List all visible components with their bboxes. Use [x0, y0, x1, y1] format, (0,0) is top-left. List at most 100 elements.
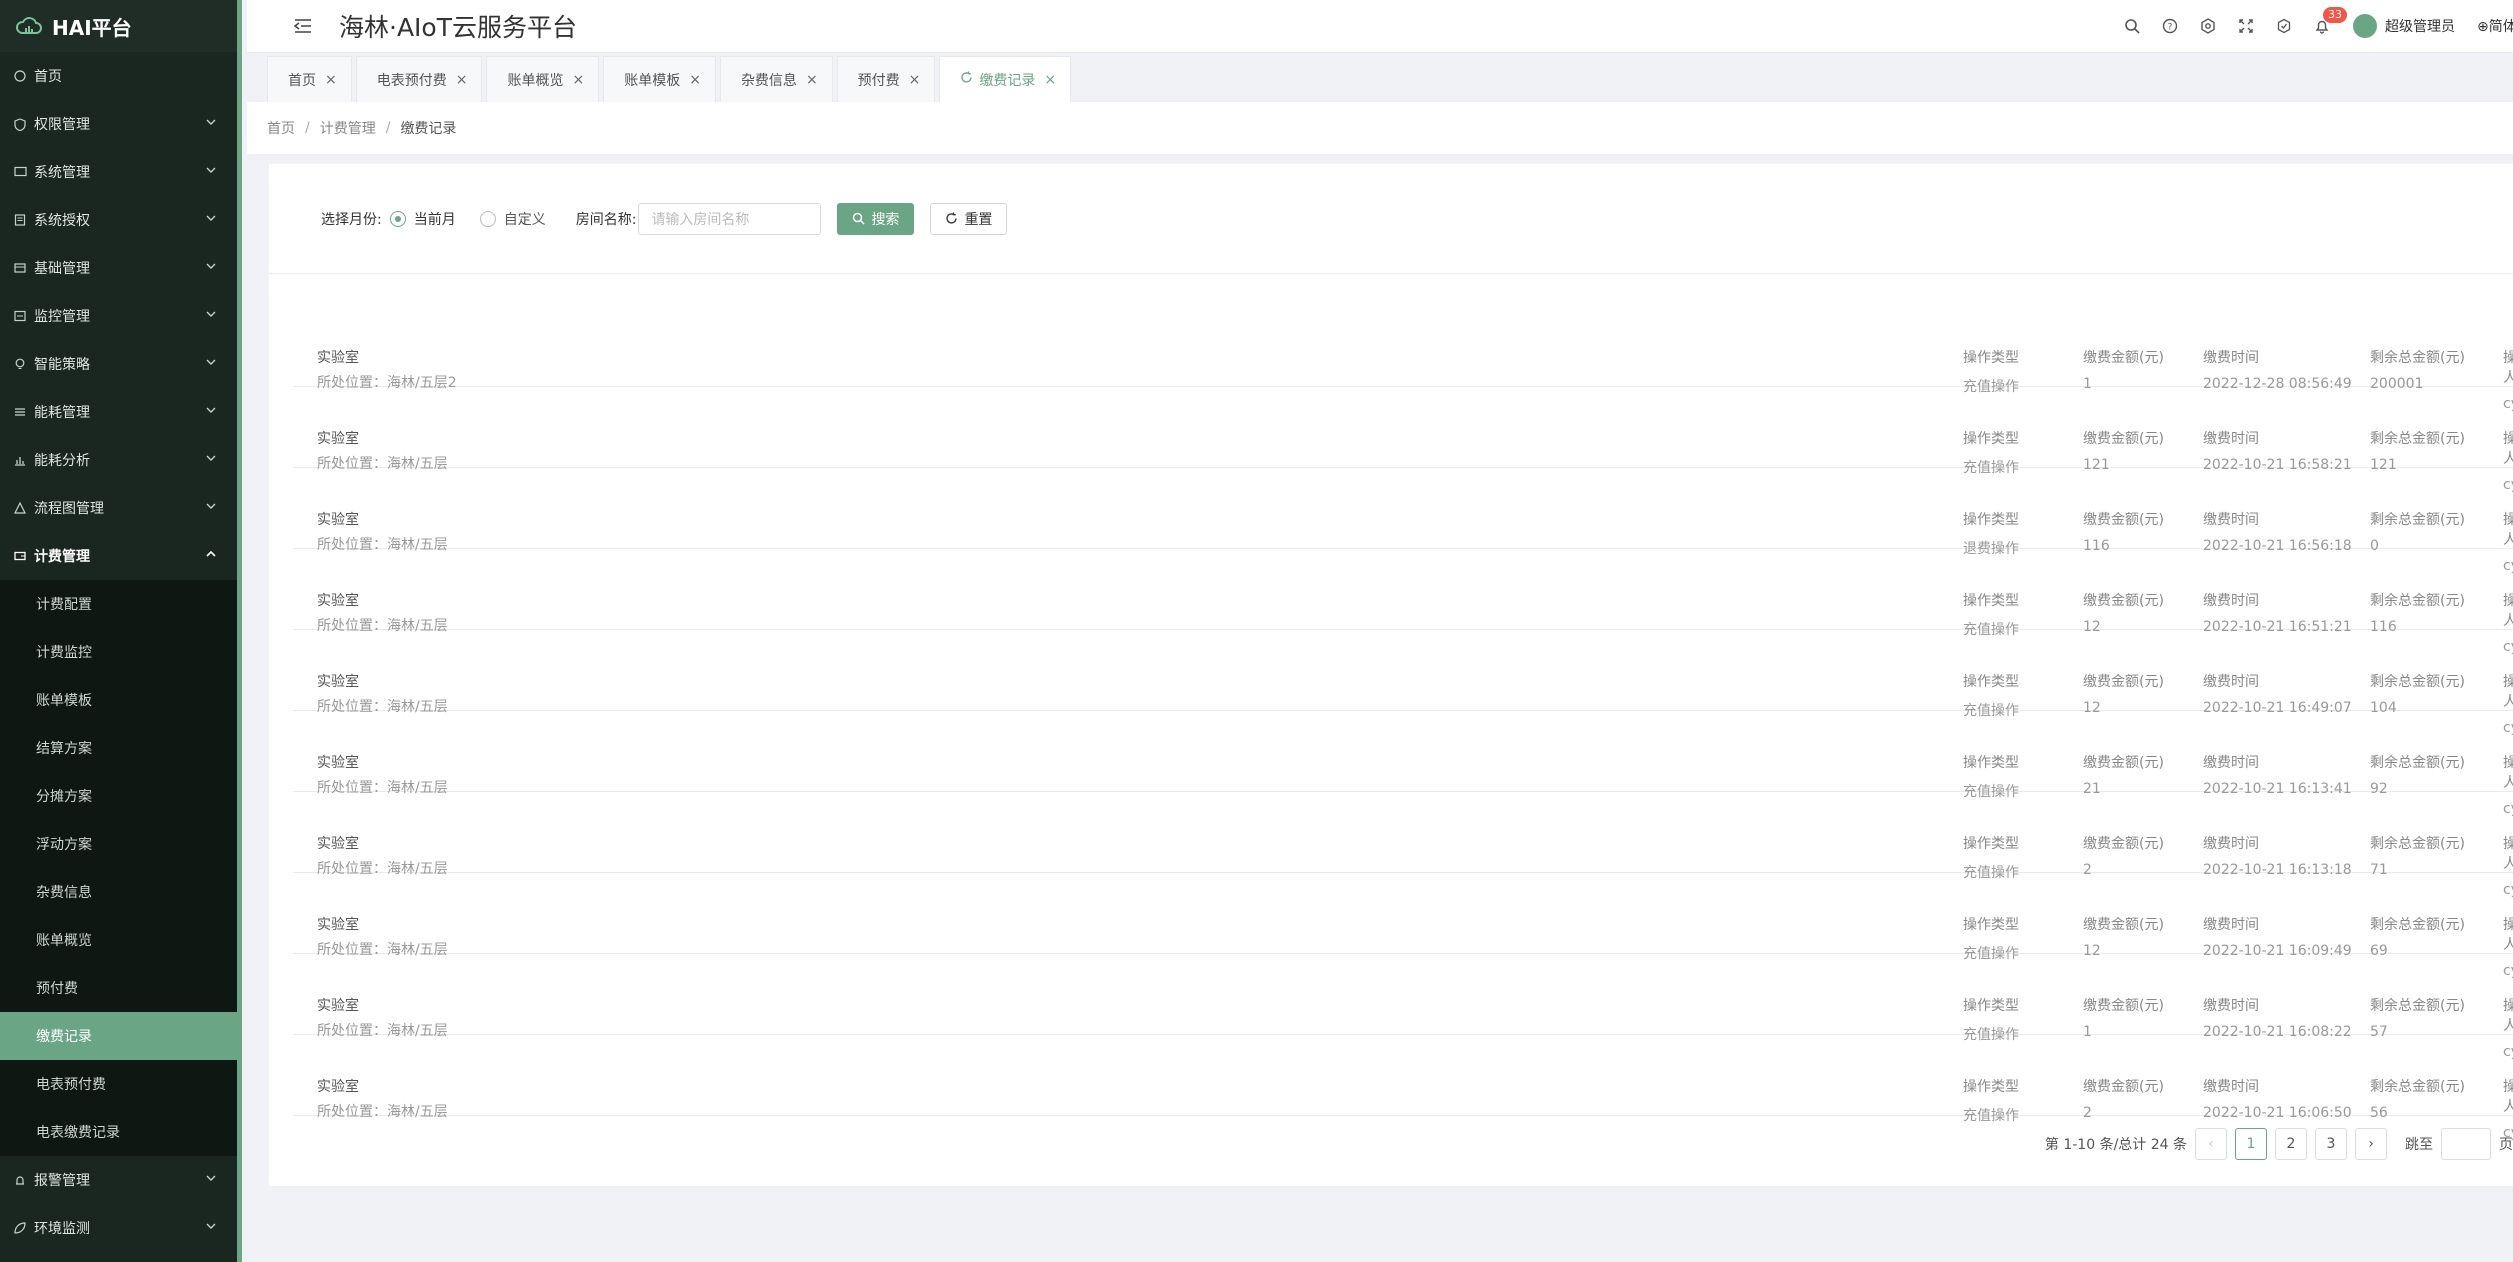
radio-dot: [479, 210, 496, 227]
tab-meter-prepaid[interactable]: 电表预付费 ×: [355, 56, 483, 102]
breadcrumb-home[interactable]: 首页: [267, 118, 295, 138]
bar-chart-icon: [12, 452, 28, 468]
list-item: 实验室 所处位置：海林/五层 操作类型 充值操作 缴费金额(元) 12 缴费时间 2022-1…: [293, 873, 2513, 979]
tab-bill-overview[interactable]: 账单概览 ×: [486, 56, 600, 102]
sidebar-item-analysis[interactable]: 能耗分析: [0, 436, 237, 484]
pay-time-header: 缴费时间: [2203, 1079, 2259, 1095]
sidebar-item-environment[interactable]: 环境监测: [0, 1204, 237, 1252]
page-button[interactable]: 3: [2315, 1128, 2347, 1160]
sidebar-item-authorization[interactable]: 系统授权: [0, 196, 237, 244]
breadcrumb-separator: /: [305, 120, 310, 136]
page-button[interactable]: 1: [2235, 1128, 2267, 1160]
amount-header: 缴费金额(元): [2083, 998, 2164, 1014]
wallet-icon: [12, 548, 28, 564]
sidebar-subitem[interactable]: 电表缴费记录: [0, 1108, 237, 1156]
refresh-icon[interactable]: [960, 71, 973, 88]
sidebar-item-alarm[interactable]: 报警管理: [0, 1156, 237, 1204]
chevron-up-icon: [205, 548, 219, 562]
sidebar-item-strategy[interactable]: 智能策略: [0, 340, 237, 388]
sidebar-item-system[interactable]: 系统管理: [0, 148, 237, 196]
balance-column: 剩余总金额(元) 104: [2370, 671, 2465, 716]
breadcrumb-separator: /: [385, 120, 391, 136]
tab-payment-records[interactable]: 缴费记录 ×: [939, 56, 1072, 102]
theme-icon[interactable]: [2265, 7, 2303, 45]
sidebar-item-home[interactable]: 首页: [0, 52, 237, 100]
refresh-icon: [945, 212, 958, 225]
sidebar-subitem[interactable]: 分摊方案: [0, 772, 237, 820]
brand-logo[interactable]: HAI平台: [0, 0, 237, 52]
amount-column: 缴费金额(元) 21: [2083, 752, 2164, 797]
balance-column: 剩余总金额(元) 69: [2370, 914, 2465, 959]
prev-page-button[interactable]: ‹: [2195, 1128, 2227, 1160]
balance-column: 剩余总金额(元) 121: [2370, 428, 2465, 473]
sidebar-item-monitor[interactable]: 监控管理: [0, 292, 237, 340]
language-switch[interactable]: ⊕简体: [2477, 16, 2513, 36]
op-type-header: 操作类型: [1963, 674, 2019, 690]
sidebar-subitem[interactable]: 电表预付费: [0, 1060, 237, 1108]
notification-bell-icon[interactable]: 33: [2303, 7, 2347, 45]
sidebar-subitem-active[interactable]: 缴费记录: [0, 1012, 237, 1060]
search-button[interactable]: 搜索: [837, 202, 915, 235]
room-name-input[interactable]: [638, 202, 822, 235]
close-icon[interactable]: ×: [572, 72, 584, 88]
user-name[interactable]: 超级管理员: [2385, 16, 2455, 36]
sidebar-subitem[interactable]: 账单概览: [0, 916, 237, 964]
sidebar-subitem[interactable]: 浮动方案: [0, 820, 237, 868]
tab-prepaid[interactable]: 预付费 ×: [836, 56, 936, 102]
radio-current-month[interactable]: 当前月: [389, 209, 456, 229]
jump-page-input[interactable]: [2441, 1128, 2491, 1160]
radio-custom[interactable]: 自定义: [479, 209, 546, 229]
sidebar-subitem[interactable]: 账单模板: [0, 676, 237, 724]
sidebar-item-permission[interactable]: 权限管理: [0, 100, 237, 148]
shield-icon: [12, 116, 28, 132]
tab-home[interactable]: 首页 ×: [267, 56, 352, 102]
close-icon[interactable]: ×: [689, 72, 701, 88]
close-icon[interactable]: ×: [325, 72, 337, 88]
sidebar-subitem[interactable]: 预付费: [0, 964, 237, 1012]
room-name: 实验室: [317, 836, 359, 852]
tab-misc-fee[interactable]: 杂费信息 ×: [719, 56, 833, 102]
sidebar-item-energy[interactable]: 能耗管理: [0, 388, 237, 436]
sidebar-item-flowchart[interactable]: 流程图管理: [0, 484, 237, 532]
breadcrumb-billing[interactable]: 计费管理: [320, 118, 376, 138]
page-unit: 页: [2499, 1137, 2513, 1153]
sidebar-item-basic[interactable]: 基础管理: [0, 244, 237, 292]
pay-time-column: 缴费时间 2022-10-21 16:09:49: [2203, 914, 2352, 959]
op-type-header: 操作类型: [1963, 1079, 2019, 1095]
search-icon[interactable]: [2113, 7, 2151, 45]
top-header: 海林·AIoT云服务平台 ? 33 超级管理员 ⊕简体: [247, 0, 2513, 52]
home-icon: [12, 68, 28, 84]
sidebar-subitem[interactable]: 杂费信息: [0, 868, 237, 916]
close-icon[interactable]: ×: [1044, 72, 1056, 88]
balance-column: 剩余总金额(元) 92: [2370, 752, 2465, 797]
settings-icon[interactable]: [2189, 7, 2227, 45]
menu-fold-icon[interactable]: [289, 12, 317, 40]
list-item: 实验室 所处位置：海林/五层 操作类型 充值操作 缴费金额(元) 2 缴费时间 2022-10…: [293, 1035, 2513, 1141]
tab-bill-template[interactable]: 账单模板 ×: [603, 56, 716, 102]
room-name: 实验室: [317, 674, 359, 690]
close-icon[interactable]: ×: [909, 72, 921, 88]
page-button[interactable]: 2: [2275, 1128, 2307, 1160]
list-item: 实验室 所处位置：海林/五层 操作类型 充值操作 缴费金额(元) 12 缴费时间 2022-1…: [293, 549, 2513, 655]
avatar[interactable]: [2353, 14, 2377, 38]
sidebar-item-billing[interactable]: 计费管理: [0, 532, 237, 580]
reset-button[interactable]: 重置: [930, 202, 1008, 235]
flow-icon: [12, 500, 28, 516]
room-name: 实验室: [317, 512, 359, 528]
amount-value: 2: [2083, 1105, 2092, 1121]
close-icon[interactable]: ×: [806, 72, 818, 88]
pay-time-header: 缴费时间: [2203, 755, 2259, 771]
fullscreen-icon[interactable]: [2227, 7, 2265, 45]
filter-panel: 选择月份: 当前月 自定义 房间名称: 搜索 重置: [269, 164, 2513, 274]
amount-header: 缴费金额(元): [2083, 431, 2164, 447]
list-item: 实验室 所处位置：海林/五层 操作类型 充值操作 缴费金额(元) 12 缴费时间 2022-1…: [293, 630, 2513, 736]
amount-column: 缴费金额(元) 12: [2083, 590, 2164, 635]
monitor-icon: [12, 308, 28, 324]
sidebar-subitem[interactable]: 结算方案: [0, 724, 237, 772]
sidebar-subitem[interactable]: 计费配置: [0, 580, 237, 628]
next-page-button[interactable]: ›: [2355, 1128, 2387, 1160]
amount-header: 缴费金额(元): [2083, 593, 2164, 609]
sidebar-subitem[interactable]: 计费监控: [0, 628, 237, 676]
close-icon[interactable]: ×: [456, 72, 468, 88]
help-icon[interactable]: ?: [2151, 7, 2189, 45]
